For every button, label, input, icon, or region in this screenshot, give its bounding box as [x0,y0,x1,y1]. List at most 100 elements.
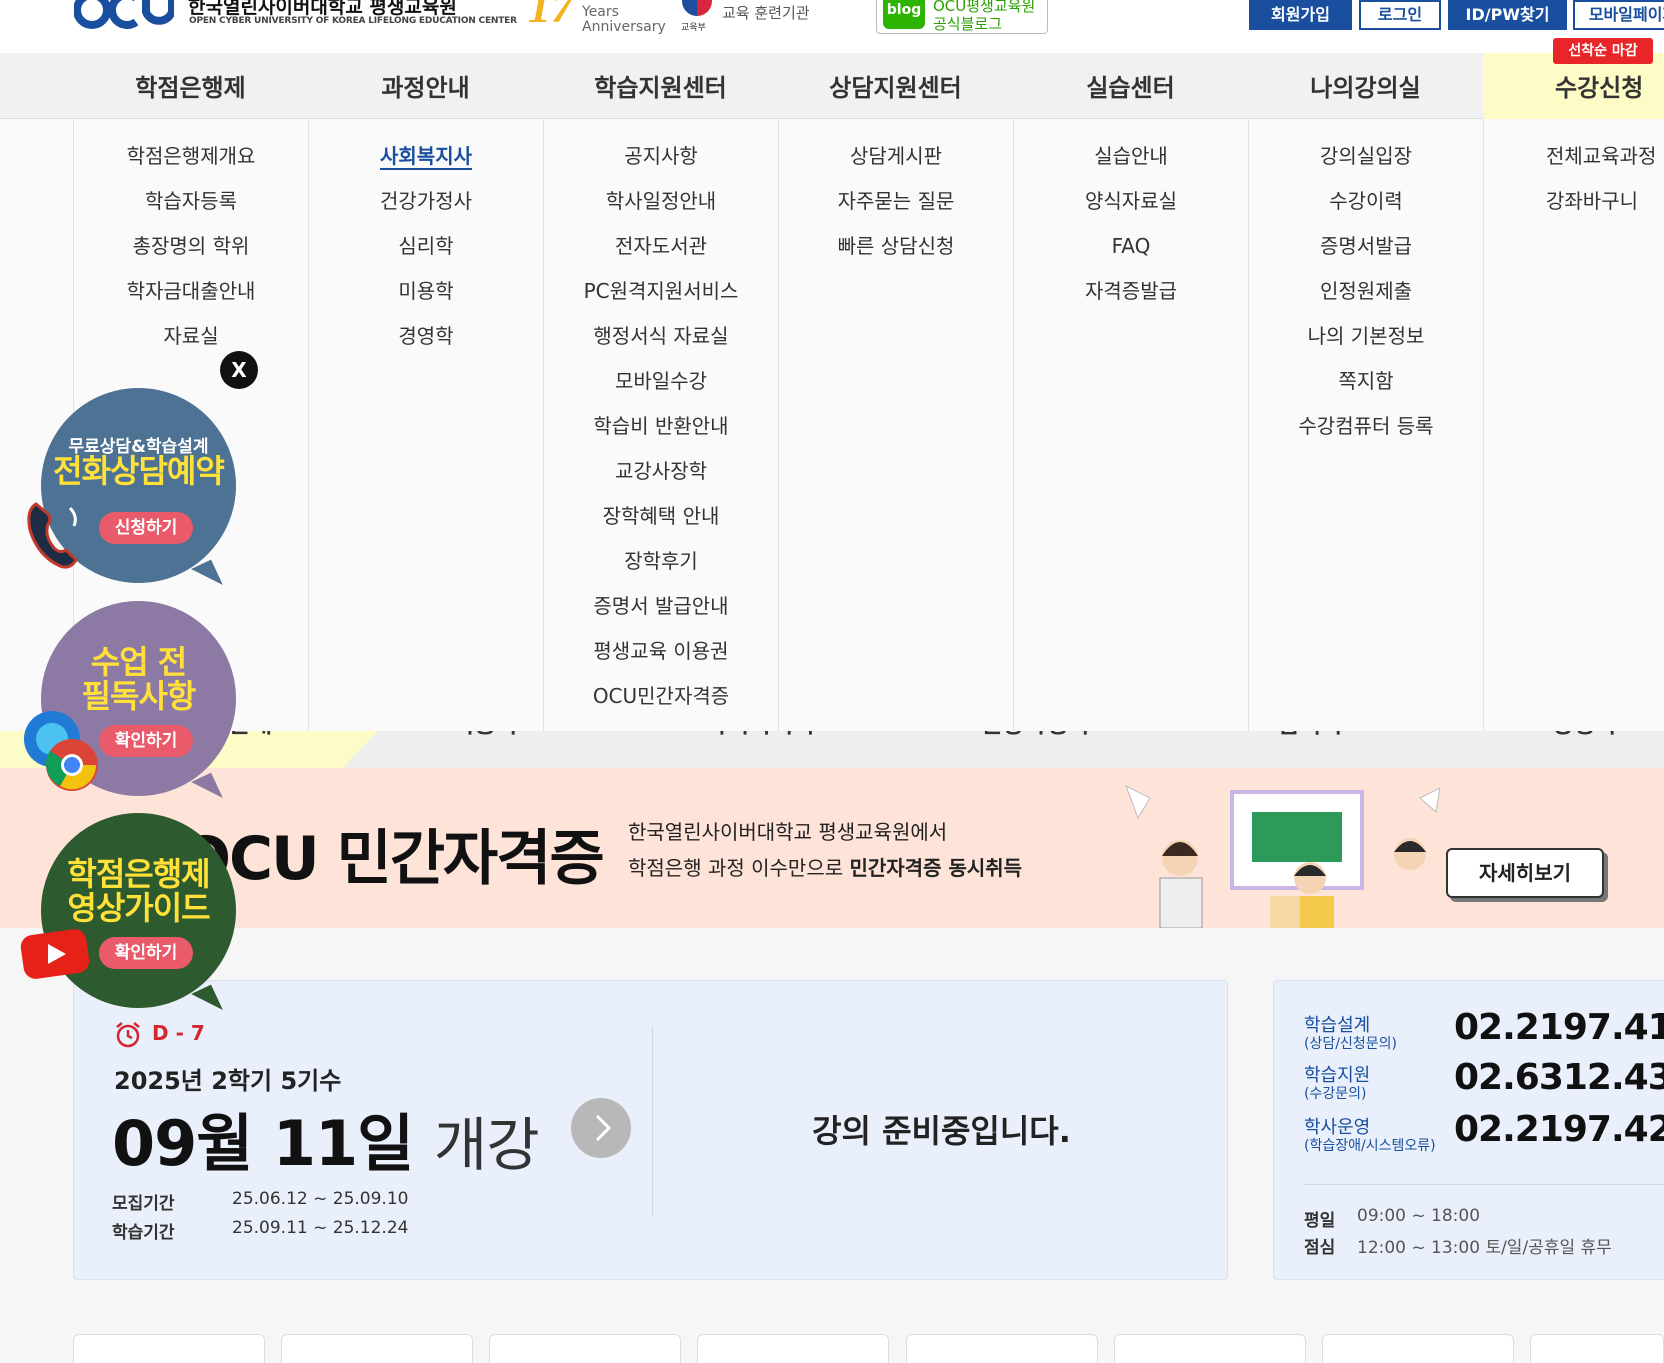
menu-item-practice[interactable]: 양식자료실 [1014,186,1248,231]
lunch-label: 점심 [1304,1238,1336,1258]
quick-tile[interactable] [73,1334,265,1363]
contact-phone-academic[interactable]: 02.2197.4213~ [1454,1109,1664,1150]
menu-item-consult[interactable]: 빠른 상담신청 [779,231,1013,276]
menu-item-courses[interactable]: 경영학 [309,321,543,366]
mobile-page-button[interactable]: 모바일페이지 [1573,0,1664,30]
contact-divider [1304,1184,1664,1185]
menu-item-learning-support[interactable]: 장학후기 [544,546,778,591]
blog-link[interactable]: blog OCU평생교육원 공식블로그 [876,0,1048,34]
nav-courses[interactable]: 과정안내 [308,53,543,119]
contact-phone-design[interactable]: 02.2197.4100 [1454,1007,1664,1048]
nav-credit-bank[interactable]: 학점은행제 [73,53,308,119]
menu-item-learning-support[interactable]: 교강사장학 [544,456,778,501]
ocu-logo-icon[interactable] [74,0,174,34]
certificate-banner[interactable]: OCU 민간자격증 한국열린사이버대학교 평생교육원에서 학점은행 과정 이수만… [0,768,1664,928]
quick-tile[interactable] [489,1334,681,1363]
mega-col-enrollment: 전체교육과정 강좌바구니 [1483,119,1664,731]
semester-label: 2025년 2학기 5기수 [114,1067,342,1095]
weekday-hours: 09:00 ~ 18:00 [1357,1206,1481,1226]
mega-col-courses: 사회복지사 건강가정사 심리학 미용학 경영학 [308,119,543,731]
blog-label-line2: 공식블로그 [933,15,1003,33]
menu-item-practice[interactable]: FAQ [1014,231,1248,276]
menu-item-learning-support[interactable]: 평생교육 이용권 [544,636,778,681]
menu-item-credit-bank[interactable]: 학습자등록 [74,186,308,231]
menu-item-learning-support[interactable]: OCU민간자격증 [544,681,778,726]
menu-item-learning-support[interactable]: 증명서 발급안내 [544,591,778,636]
menu-item-courses[interactable]: 사회복지사 [309,141,543,186]
blog-label-line1: OCU평생교육원 [933,0,1036,15]
nav-practice-center[interactable]: 실습센터 [1013,53,1248,119]
quick-tile[interactable] [906,1334,1098,1363]
notice-title-line1: 수업 전 [90,643,187,681]
mega-col-consult: 상담게시판 자주묻는 질문 빠른 상담신청 [778,119,1013,731]
menu-item-courses[interactable]: 미용학 [309,276,543,321]
browser-icon [24,711,98,791]
menu-item-learning-support[interactable]: 행정서식 자료실 [544,321,778,366]
menu-item-credit-bank[interactable]: 학자금대출안내 [74,276,308,321]
mega-col-classroom: 강의실입장 수강이력 증명서발급 인정원제출 나의 기본정보 쪽지함 수강컴퓨터 등록 [1248,119,1483,731]
course-preparing-text: 강의 준비중입니다. [812,1112,1071,1150]
quick-tile[interactable] [281,1334,473,1363]
consult-apply-button[interactable]: 신청하기 [99,512,193,544]
quick-tile[interactable] [1114,1334,1306,1363]
quick-tile[interactable] [697,1334,889,1363]
menu-item-learning-support[interactable]: 공지사항 [544,141,778,186]
menu-item-learning-support[interactable]: 장학혜택 안내 [544,501,778,546]
menu-item-consult[interactable]: 상담게시판 [779,141,1013,186]
menu-item-learning-support[interactable]: PC원격지원서비스 [544,276,778,321]
menu-item-practice[interactable]: 실습안내 [1014,141,1248,186]
contact-sub-support: (수강문의) [1304,1086,1367,1102]
menu-item-classroom[interactable]: 쪽지함 [1249,366,1483,411]
moe-emblem-icon [682,0,712,16]
menu-item-courses[interactable]: 심리학 [309,231,543,276]
menu-item-enrollment[interactable]: 전체교육과정 [1546,141,1664,186]
nav-consult-center[interactable]: 상담지원센터 [778,53,1013,119]
login-button[interactable]: 로그인 [1359,0,1441,30]
contact-phone-support[interactable]: 02.6312.4300 [1454,1057,1664,1098]
course-card: D - 7 2025년 2학기 5기수 09월 11일 개강 모집기간 25.0… [73,980,1228,1280]
menu-item-learning-support[interactable]: 모바일수강 [544,366,778,411]
menu-item-enrollment[interactable]: 강좌바구니 [1546,186,1664,231]
open-date-value: 09월 11일 [112,1107,414,1180]
menu-item-practice[interactable]: 자격증발급 [1014,276,1248,321]
menu-item-classroom[interactable]: 수강컴퓨터 등록 [1249,411,1483,456]
menu-item-credit-bank[interactable]: 자료실 [74,321,308,366]
moe-training-text: 교육 훈련기관 [722,4,810,22]
anniversary-number: 17 [528,0,574,32]
logo-subtitle: OPEN CYBER UNIVERSITY OF KOREA LIFELONG … [189,16,517,26]
close-floating-button[interactable]: X [220,351,258,389]
menu-item-classroom[interactable]: 나의 기본정보 [1249,321,1483,366]
blog-icon: blog [883,0,925,29]
notice-confirm-button[interactable]: 확인하기 [99,725,193,757]
banner-text-prefix: 학점은행 과정 이수만으로 [628,856,850,880]
banner-title: OCU 민간자격증 [180,824,605,894]
menu-item-classroom[interactable]: 인정원제출 [1249,276,1483,321]
anniversary-label: Anniversary [582,19,666,35]
menu-item-courses[interactable]: 건강가정사 [309,186,543,231]
nav-my-classroom[interactable]: 나의강의실 [1248,53,1483,119]
banner-more-button[interactable]: 자세히보기 [1446,848,1604,898]
menu-item-learning-support[interactable]: 학습비 반환안내 [544,411,778,456]
signup-button[interactable]: 회원가입 [1249,0,1352,30]
open-date: 09월 11일 개강 [112,1093,540,1183]
menu-item-classroom[interactable]: 강의실입장 [1249,141,1483,186]
menu-item-credit-bank[interactable]: 총장명의 학위 [74,231,308,276]
menu-item-learning-support[interactable]: 학사일정안내 [544,186,778,231]
menu-item-learning-support[interactable]: 전자도서관 [544,231,778,276]
menu-item-credit-bank[interactable]: 학점은행제개요 [74,141,308,186]
guide-confirm-button[interactable]: 확인하기 [99,937,193,969]
lunch-hours: 12:00 ~ 13:00 토/일/공휴일 휴무 [1357,1238,1612,1258]
page: 한국열린사이버대학교 평생교육원 OPEN CYBER UNIVERSITY O… [0,0,1664,1363]
banner-text-line1: 한국열린사이버대학교 평생교육원에서 [628,820,948,844]
find-id-button[interactable]: ID/PW찾기 [1448,0,1567,30]
menu-item-classroom[interactable]: 증명서발급 [1249,231,1483,276]
menu-item-consult[interactable]: 자주묻는 질문 [779,186,1013,231]
nav-learning-support[interactable]: 학습지원센터 [543,53,778,119]
main-nav: 학점은행제 과정안내 학습지원센터 상담지원센터 실습센터 나의강의실 수강신청 [0,53,1664,119]
quick-tile[interactable] [1530,1334,1664,1363]
quick-tile[interactable] [1322,1334,1514,1363]
next-arrow-button[interactable] [571,1098,631,1158]
recruit-period-label: 모집기간 [112,1194,175,1214]
guide-title-line1: 학점은행제 [67,855,210,893]
menu-item-classroom[interactable]: 수강이력 [1249,186,1483,231]
